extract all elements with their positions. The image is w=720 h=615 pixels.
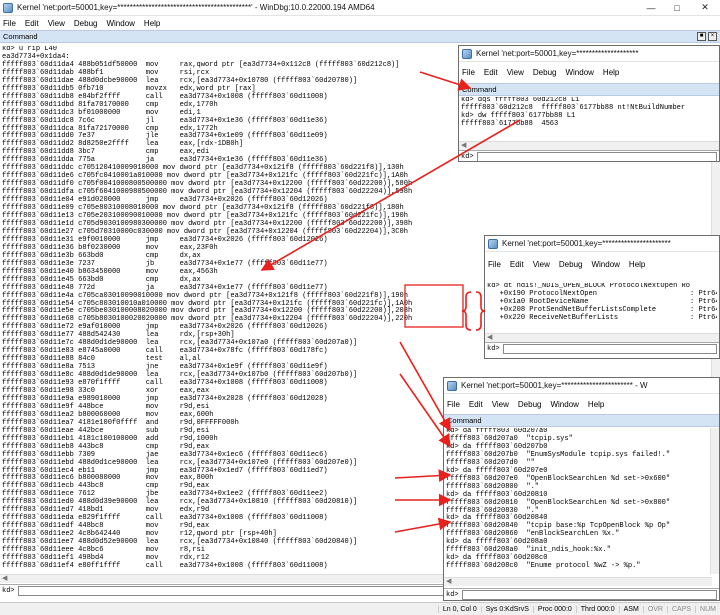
window-b-command-input[interactable] — [502, 343, 717, 354]
main-title-bar[interactable]: Kernel 'net:port=50001,key=*************… — [0, 0, 720, 16]
menu-help[interactable]: Help — [629, 260, 645, 269]
menu-help[interactable]: Help — [144, 19, 160, 28]
window-c-prompt: kd> — [446, 590, 459, 599]
command-pane-header: Command ■ × — [0, 30, 720, 43]
main-menu-bar: File Edit View Debug Window Help — [0, 16, 720, 30]
status-line-col: Ln 0, Col 0 — [437, 605, 481, 613]
windbg-app-icon — [462, 48, 472, 59]
window-a-menu-bar: File Edit View Debug Window Help — [459, 65, 719, 79]
menu-view[interactable]: View — [507, 68, 524, 77]
window-c-title: Kernel 'net:port=50001,key=*************… — [461, 381, 648, 390]
windbg-app-icon — [447, 380, 457, 391]
status-caps: CAPS — [666, 605, 695, 613]
command-pane-title: Command — [3, 32, 38, 41]
window-c-output: kd> da fffff803`60d207a0 fffff803`60d207a… — [446, 428, 709, 574]
window-c-horizontal-scrollbar[interactable]: ◀ — [444, 577, 712, 586]
menu-window[interactable]: Window — [591, 260, 619, 269]
menu-file[interactable]: File — [462, 68, 475, 77]
window-a-command-input[interactable] — [476, 151, 717, 161]
menu-edit[interactable]: Edit — [510, 260, 524, 269]
window-b-title-bar[interactable]: Kernel 'net:port=50001,key=*************… — [485, 236, 719, 252]
window-a-command-header: Command — [459, 83, 719, 96]
window-c-input-row: kd> — [444, 588, 719, 600]
menu-edit[interactable]: Edit — [484, 68, 498, 77]
menu-help[interactable]: Help — [588, 400, 604, 409]
window-a-prompt: kd> — [461, 152, 474, 161]
window-b-prompt: kd> — [487, 344, 500, 353]
status-asm: ASM — [618, 605, 643, 613]
menu-edit[interactable]: Edit — [469, 400, 483, 409]
menu-view[interactable]: View — [492, 400, 509, 409]
main-window-title: Kernel 'net:port=50001,key=*************… — [17, 3, 375, 12]
kernel-window-c: Kernel 'net:port=50001,key=*************… — [443, 377, 720, 601]
window-c-pane-title: Command — [447, 416, 482, 425]
minimize-icon[interactable]: — — [638, 0, 664, 16]
window-b-title: Kernel 'net:port=50001,key=*************… — [502, 239, 671, 248]
status-num: NUM — [695, 605, 720, 613]
window-a-title-bar[interactable]: Kernel 'net:port=50001,key=*************… — [459, 46, 719, 62]
window-a-pane-title: Command — [462, 85, 497, 94]
menu-debug[interactable]: Debug — [518, 400, 542, 409]
menu-view[interactable]: View — [533, 260, 550, 269]
menu-file[interactable]: File — [488, 260, 501, 269]
main-prompt: kd> — [2, 586, 15, 595]
menu-debug[interactable]: Debug — [559, 260, 583, 269]
menu-debug[interactable]: Debug — [533, 68, 557, 77]
window-c-command-header: Command — [444, 414, 719, 427]
menu-file[interactable]: File — [3, 19, 16, 28]
status-process: Proc 000:0 — [532, 605, 576, 613]
menu-edit[interactable]: Edit — [25, 19, 39, 28]
menu-window[interactable]: Window — [565, 68, 593, 77]
window-c-title-bar[interactable]: Kernel 'net:port=50001,key=*************… — [444, 378, 719, 394]
window-b-horizontal-scrollbar[interactable]: ◀ — [485, 333, 719, 342]
kernel-window-b: Kernel 'net:port=50001,key=*************… — [484, 235, 720, 359]
pane-close-icon[interactable]: × — [708, 32, 717, 41]
kernel-window-a: Kernel 'net:port=50001,key=*************… — [458, 45, 720, 162]
window-c-command-input[interactable] — [461, 589, 717, 600]
pane-dock-icon[interactable]: ■ — [697, 32, 706, 41]
status-ovr: OVR — [642, 605, 667, 613]
output-line: fffff803`6177bb88 4563 — [461, 119, 559, 128]
menu-help[interactable]: Help — [603, 68, 619, 77]
menu-debug[interactable]: Debug — [74, 19, 98, 28]
windbg-app-icon — [488, 238, 498, 249]
window-b-output: kd> dt ndis!_NDIS_OPEN_BLOCK ProtocolNex… — [487, 283, 717, 327]
window-c-menu-bar: File Edit View Debug Window Help — [444, 397, 719, 411]
menu-window[interactable]: Window — [550, 400, 578, 409]
maximize-icon[interactable]: □ — [664, 0, 690, 16]
window-a-title: Kernel 'net:port=50001,key=*************… — [476, 49, 639, 58]
window-c-vertical-scrollbar[interactable] — [710, 428, 719, 574]
output-line: fffff803`60d208c0 "Enume protocol %wZ ->… — [446, 562, 641, 571]
menu-view[interactable]: View — [48, 19, 65, 28]
window-b-input-row: kd> — [485, 342, 719, 354]
status-bar: Ln 0, Col 0 Sys 0:KdSrvS Proc 000:0 Thrd… — [0, 602, 720, 615]
close-icon[interactable]: ✕ — [690, 0, 720, 16]
menu-file[interactable]: File — [447, 400, 460, 409]
status-system: Sys 0:KdSrvS — [480, 605, 533, 613]
window-a-input-row: kd> — [459, 150, 719, 161]
menu-window[interactable]: Window — [106, 19, 134, 28]
window-b-menu-bar: File Edit View Debug Window Help — [485, 257, 719, 271]
window-a-horizontal-scrollbar[interactable]: ◀ — [459, 141, 719, 150]
status-thread: Thrd 000:0 — [575, 605, 619, 613]
windbg-app-icon — [3, 2, 13, 13]
window-a-output: kd> dqs fffff803`60d212c8 L1 fffff803`60d… — [461, 97, 717, 139]
output-line: +0x220 ReceiveNetBufferLists : Ptr64 — [487, 313, 717, 322]
